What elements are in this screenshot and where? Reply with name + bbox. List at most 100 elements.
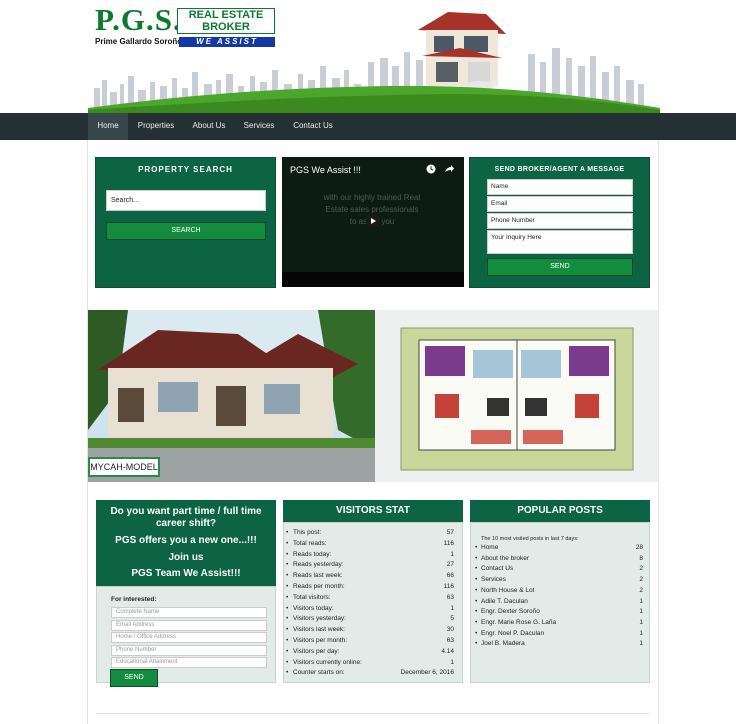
popular-post-item[interactable]: • About the broker 8 [475,554,643,564]
popular-post-count: 1 [639,618,643,626]
popular-post-link[interactable]: About the broker [481,554,529,564]
visitor-stat-value: December 6, 2016 [400,669,454,677]
popular-post-item[interactable]: • Engr. Marie Rose G. Laña 1 [475,618,643,628]
bullet-icon: • [286,593,289,601]
video-title: PGS We Assist !!! [290,165,361,175]
nav-about-us[interactable]: About Us [186,113,232,140]
recruit-join: Join us [168,552,204,563]
popular-post-item[interactable]: • North House & Lot 2 [475,586,643,596]
floor-plan-image [375,310,658,482]
recruit-send-button[interactable]: SEND [110,669,158,687]
bullet-icon: • [286,658,289,666]
popular-post-link[interactable]: Services [481,575,506,585]
recruit-education-field[interactable]: Educational Attainment [111,657,267,668]
message-phone-field[interactable]: Phone Number [487,213,633,229]
bullet-icon: • [286,626,289,634]
popular-post-link[interactable]: Joel B. Madera [481,639,525,649]
bullet-icon: • [286,604,289,612]
bullet-icon: • [286,550,289,558]
popular-post-item[interactable]: • Adile T. Daculan 1 [475,597,643,607]
property-search-title: PROPERTY SEARCH [138,165,233,174]
property-search-input[interactable]: Search... [106,190,266,211]
promo-video-player[interactable]: PGS We Assist !!! with our highly traine… [282,157,464,287]
visitor-stat-row: • Visitors per month: 63 [286,636,454,646]
popular-post-link[interactable]: Adile T. Daculan [481,597,528,607]
message-inquiry-field[interactable]: Your Inquiry Here [487,230,633,254]
share-icon[interactable] [444,164,454,174]
visitor-stat-value: 1 [450,604,454,612]
page: P.G.S. REAL ESTATE BROKER Prime Gallardo… [0,0,736,724]
popular-post-item[interactable]: • Engr. Dexter Soroño 1 [475,607,643,617]
visitor-stat-row: • Total visitors: 63 [286,593,454,603]
visitor-stat-label: Reads per month: [293,583,345,590]
bullet-icon: • [475,618,478,626]
bullet-icon: • [475,576,478,584]
property-search-button[interactable]: SEARCH [106,222,266,240]
recruit-email-field[interactable]: Email Address [111,620,267,631]
popular-post-link[interactable]: Contact Us [481,564,513,574]
popular-post-count: 1 [639,597,643,605]
visitor-stat-value: 1 [450,658,454,666]
visitor-stat-value: 116 [443,583,454,590]
popular-post-link[interactable]: North House & Lot [481,586,534,596]
visitor-stat-row: • Reads per month: 116 [286,582,454,592]
bullet-icon: • [286,647,289,655]
visitor-stat-row: • Visitors last week: 30 [286,625,454,635]
visitor-stat-value: 66 [446,572,454,580]
visitor-stat-value: 27 [446,561,454,569]
bullet-icon: • [286,561,289,569]
popular-post-item[interactable]: • Home 28 [475,543,643,553]
bullet-icon: • [286,539,289,547]
popular-post-link[interactable]: Engr. Marie Rose G. Laña [481,618,556,628]
popular-post-count: 1 [639,640,643,648]
visitor-stat-row: • This post: 57 [286,528,454,538]
popular-post-item[interactable]: • Contact Us 2 [475,564,643,574]
bullet-icon: • [475,565,478,573]
bullet-icon: • [475,554,478,562]
popular-post-count: 2 [639,576,643,584]
bullet-icon: • [286,572,289,580]
visitor-stat-value: 57 [446,529,454,536]
recruit-phone-field[interactable]: Phone Number [111,645,267,656]
site-header: P.G.S. REAL ESTATE BROKER Prime Gallardo… [0,0,736,113]
message-email-field[interactable]: Email [487,196,633,212]
recruit-headline: Do you want part time / full time career… [110,506,262,529]
popular-post-link[interactable]: Home [481,543,498,553]
recruit-name-field[interactable]: Complete Name [111,607,267,618]
visitor-stat-row: • Visitors today: 1 [286,604,454,614]
bullet-icon: • [286,637,289,644]
visitor-stat-value: 30 [446,626,454,634]
popular-post-item[interactable]: • Joel B. Madera 1 [475,639,643,649]
popular-post-count: 1 [639,608,643,616]
popular-post-link[interactable]: Engr. Dexter Soroño [481,607,540,617]
message-send-button[interactable]: SEND [487,258,633,276]
clock-icon[interactable] [426,164,436,174]
bullet-icon: • [475,586,478,594]
visitor-stat-label: Visitors today: [293,604,334,612]
header-skyline-illustration [88,12,660,113]
play-icon[interactable] [366,215,380,227]
bullet-icon: • [286,529,289,536]
nav-contact-us[interactable]: Contact Us [286,113,340,140]
broker-message-box: SEND BROKER/AGENT A MESSAGE Name Email P… [469,157,650,288]
visitor-stat-label: Reads last week: [293,572,343,580]
popular-post-link[interactable]: Engr. Noel P. Daculan [481,629,544,639]
popular-post-count: 2 [639,586,643,594]
nav-home[interactable]: Home [88,113,128,140]
nav-properties[interactable]: Properties [130,113,182,140]
property-image-slider[interactable] [88,310,658,482]
nav-services[interactable]: Services [236,113,282,140]
popular-post-item[interactable]: • Engr. Noel P. Daculan 1 [475,629,643,639]
visitor-stat-value: 4.14 [441,647,454,655]
visitor-stat-label: Total visitors: [293,593,331,601]
message-name-field[interactable]: Name [487,179,633,195]
visitors-stat-header: VISITORS STAT [283,500,463,522]
recruit-address-field[interactable]: Home / Office Address [111,632,267,643]
popular-posts-header: POPULAR POSTS [470,500,650,522]
popular-post-item[interactable]: • Services 2 [475,575,643,585]
bullet-icon: • [286,583,289,590]
recruit-panel-header: Do you want part time / full time career… [96,500,276,586]
slide-caption: MYCAH-MODEL [88,457,160,477]
bullet-icon: • [475,608,478,616]
recruit-team: PGS Team We Assist!!! [131,568,241,579]
